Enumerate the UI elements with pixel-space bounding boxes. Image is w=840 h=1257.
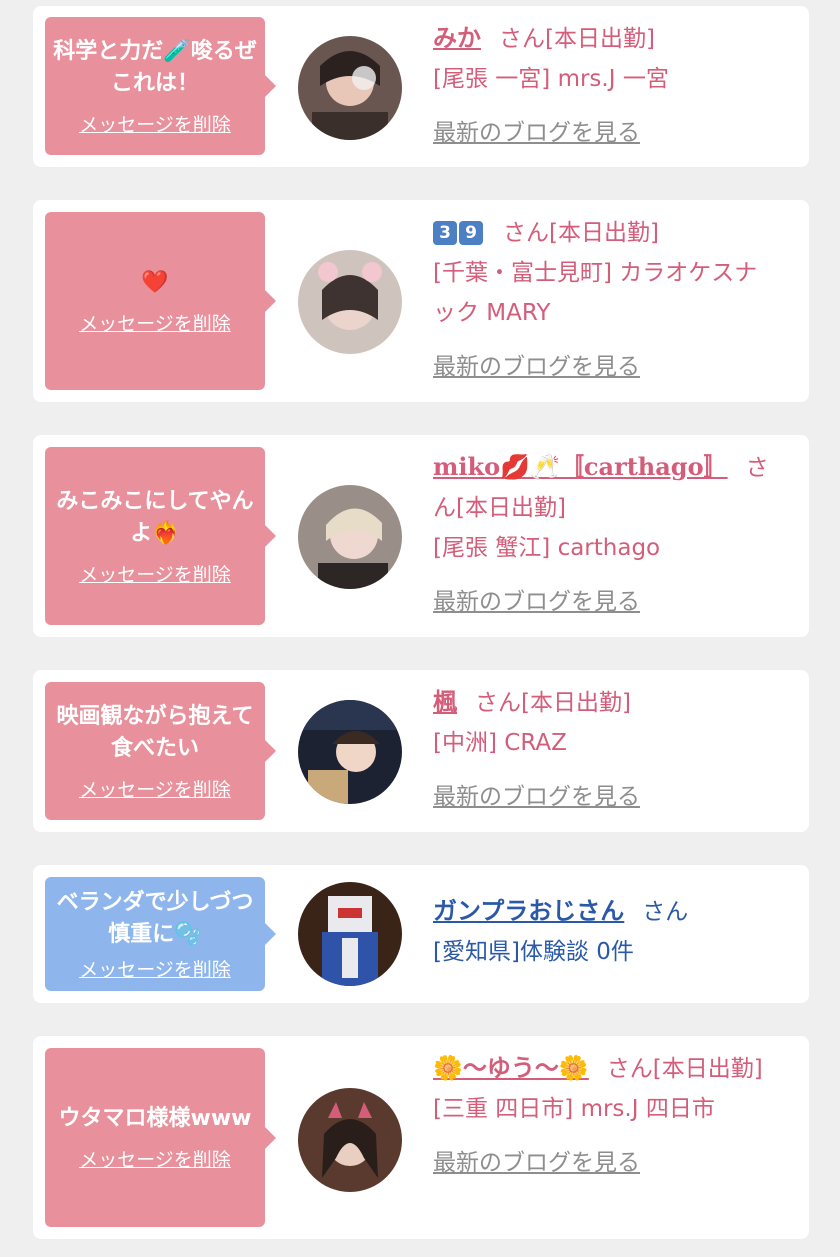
sender-info: miko💋🥂〚carthago〛 さん[本日出勤] [尾張 蟹江] carthag…	[433, 447, 778, 622]
latest-blog-link[interactable]: 最新のブログを見る	[433, 582, 778, 622]
sender-info: ガンプラおじさん さん [愛知県]体験談 0件	[433, 891, 778, 972]
delete-message-link[interactable]: メッセージを削除	[79, 775, 231, 802]
message-text: ウタマロ様様www	[58, 1106, 252, 1131]
delete-message-link[interactable]: メッセージを削除	[79, 560, 231, 587]
avatar[interactable]	[298, 250, 402, 354]
sender-name-link[interactable]: ガンプラおじさん	[433, 897, 624, 925]
message-bubble: 映画観ながら抱えて食べたい メッセージを削除	[45, 682, 276, 820]
sender-location: [尾張 一宮] mrs.J 一宮	[433, 66, 669, 92]
delete-message-link[interactable]: メッセージを削除	[79, 1145, 231, 1172]
keycap-3-icon: 3	[433, 221, 457, 245]
message-card: ベランダで少しづつ慎重に🫧 メッセージを削除 ガンプラおじさん さん [愛知県]体…	[33, 865, 809, 1003]
delete-message-link[interactable]: メッセージを削除	[79, 110, 231, 137]
avatar[interactable]	[298, 485, 402, 589]
delete-message-link[interactable]: メッセージを削除	[79, 309, 231, 336]
latest-blog-link[interactable]: 最新のブログを見る	[433, 113, 778, 153]
sender-location: [愛知県]体験談 0件	[433, 939, 634, 965]
message-card: 科学と力だ🧪唆るぜこれは！ メッセージを削除 みか さん[本日出勤] [尾張 一宮…	[33, 6, 809, 167]
avatar[interactable]	[298, 36, 402, 140]
message-card: みこみこにしてやんよ❤️‍🔥 メッセージを削除 miko💋🥂〚carthago〛…	[33, 435, 809, 637]
sender-location: [尾張 蟹江] carthago	[433, 535, 661, 561]
message-text: ベランダで少しづつ慎重に🫧	[56, 889, 254, 947]
latest-blog-link[interactable]: 最新のブログを見る	[433, 777, 778, 817]
sender-name-link[interactable]: miko💋🥂〚carthago〛	[433, 452, 728, 481]
message-card: ❤️ メッセージを削除 3 9 さん[本日出勤] [千葉・富士見町] カラオケスナッ…	[33, 200, 809, 402]
message-bubble: ベランダで少しづつ慎重に🫧 メッセージを削除	[45, 877, 276, 991]
sender-info: 楓さん[本日出勤] [中洲] CRAZ 最新のブログを見る	[433, 682, 778, 817]
latest-blog-link[interactable]: 最新のブログを見る	[433, 347, 778, 387]
sender-name-link[interactable]: みか	[433, 24, 481, 52]
sender-info: 🌼〜ゆう〜🌼 さん[本日出勤] [三重 四日市] mrs.J 四日市 最新のブログ…	[433, 1048, 778, 1183]
message-text: 科学と力だ🧪唆るぜこれは！	[53, 38, 257, 96]
sender-name-link[interactable]: 39	[433, 218, 485, 246]
avatar[interactable]	[298, 700, 402, 804]
sender-info: 3 9 さん[本日出勤] [千葉・富士見町] カラオケスナック MARY 最新のブロ…	[433, 212, 778, 387]
keycap-9-icon: 9	[459, 221, 483, 245]
sender-status: さん	[642, 899, 689, 925]
sender-name-link[interactable]: 楓	[433, 688, 457, 716]
avatar[interactable]	[298, 1088, 402, 1192]
message-bubble: 科学と力だ🧪唆るぜこれは！ メッセージを削除	[45, 17, 276, 155]
message-bubble: ウタマロ様様www メッセージを削除	[45, 1048, 276, 1227]
message-bubble: みこみこにしてやんよ❤️‍🔥 メッセージを削除	[45, 447, 276, 625]
avatar[interactable]	[298, 882, 402, 986]
message-text: 映画観ながら抱えて食べたい	[56, 703, 254, 761]
message-bubble: ❤️ メッセージを削除	[45, 212, 276, 390]
sender-location: [三重 四日市] mrs.J 四日市	[433, 1096, 715, 1122]
sender-status: さん[本日出勤]	[503, 220, 659, 246]
sender-location: [千葉・富士見町] カラオケスナック MARY	[433, 260, 758, 326]
delete-message-link[interactable]: メッセージを削除	[79, 955, 231, 982]
sender-info: みか さん[本日出勤] [尾張 一宮] mrs.J 一宮 最新のブログを見る	[433, 18, 778, 153]
message-card: ウタマロ様様www メッセージを削除 🌼〜ゆう〜🌼 さん[本日出勤] [三重 四日…	[33, 1036, 809, 1239]
sender-name-link[interactable]: 🌼〜ゆう〜🌼	[433, 1054, 589, 1082]
latest-blog-link[interactable]: 最新のブログを見る	[433, 1143, 778, 1183]
sender-status: さん[本日出勤]	[606, 1056, 763, 1082]
sender-status: さん[本日出勤]	[475, 690, 631, 716]
message-text: ❤️	[141, 269, 169, 295]
sender-location: [中洲] CRAZ	[433, 730, 567, 756]
message-card: 映画観ながら抱えて食べたい メッセージを削除 楓さん[本日出勤] [中洲] CR…	[33, 670, 809, 832]
message-text: みこみこにしてやんよ❤️‍🔥	[56, 488, 254, 546]
sender-status: さん[本日出勤]	[499, 26, 655, 52]
